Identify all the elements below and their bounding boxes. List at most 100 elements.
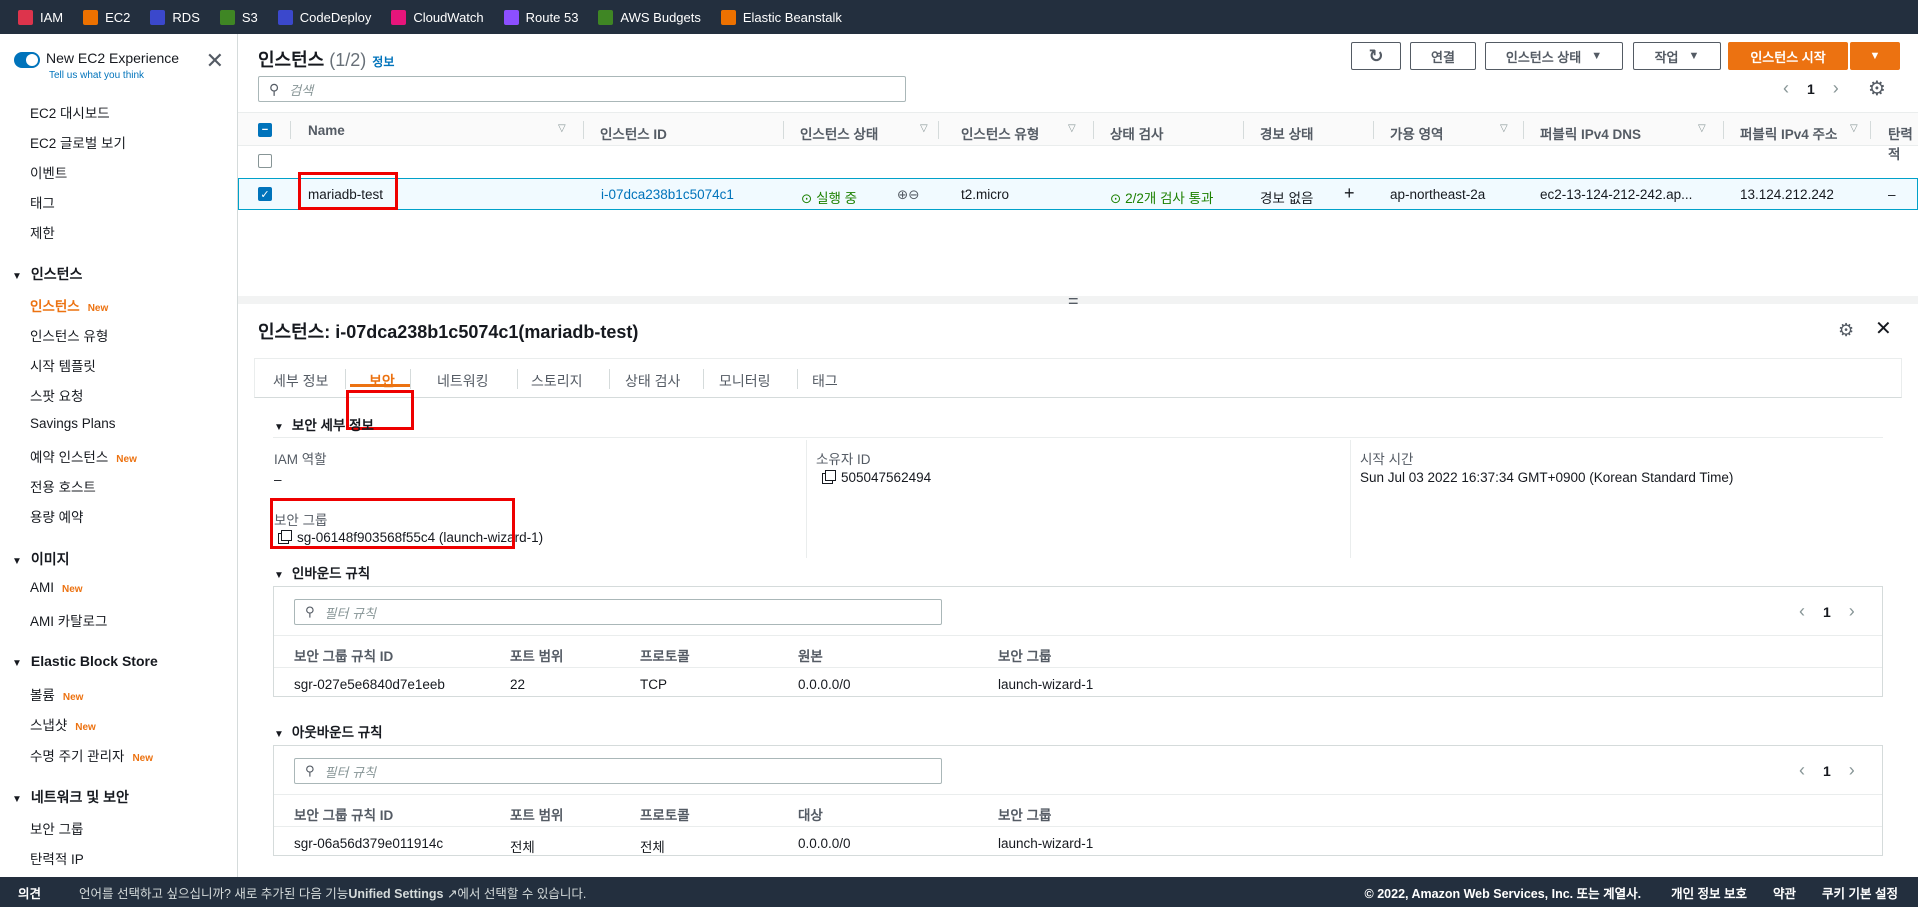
col-type[interactable]: 인스턴스 유형 <box>961 123 1039 143</box>
tab-security[interactable]: 보안 <box>369 371 395 391</box>
tab-networking[interactable]: 네트워킹 <box>437 371 489 391</box>
feedback-link[interactable]: 의견 <box>18 883 41 902</box>
col-public-ip[interactable]: 퍼블릭 IPv4 주소 <box>1740 123 1837 143</box>
outbound-filter-input[interactable]: ⚲ 필터 규칙 <box>294 758 942 784</box>
terms-link[interactable]: 약관 <box>1773 883 1796 902</box>
fav-beanstalk[interactable]: Elastic Beanstalk <box>720 9 842 25</box>
fav-budgets[interactable]: AWS Budgets <box>598 9 701 25</box>
close-icon[interactable]: ✕ <box>206 48 224 74</box>
col-alarm[interactable]: 경보 상태 <box>1260 123 1313 143</box>
page-number[interactable]: 1 <box>1823 763 1831 779</box>
tab-monitoring[interactable]: 모니터링 <box>719 371 771 391</box>
sidebar-item-savings-plans[interactable]: Savings Plans <box>30 416 116 431</box>
sidebar-item-tags[interactable]: 태그 <box>30 192 55 212</box>
next-page-icon[interactable]: › <box>1849 760 1855 781</box>
col-public-dns[interactable]: 퍼블릭 IPv4 DNS <box>1540 123 1641 143</box>
sidebar-item-volumes[interactable]: 볼륨 New <box>30 684 83 704</box>
settings-icon[interactable]: ⚙ <box>1868 76 1886 101</box>
sidebar-item-instance-types[interactable]: 인스턴스 유형 <box>30 325 108 345</box>
col-status-check[interactable]: 상태 검사 <box>1110 123 1163 143</box>
sidebar-section-instances[interactable]: 인스턴스 <box>12 264 83 284</box>
fav-codedeploy[interactable]: CodeDeploy <box>277 9 371 25</box>
table-row[interactable]: ✓ mariadb-test i-07dca238b1c5074c1 ⊙ 실행 … <box>238 178 1918 210</box>
fav-route53[interactable]: Route 53 <box>503 9 578 25</box>
feedback-link[interactable]: Tell us what you think <box>49 70 144 81</box>
instance-search-input[interactable]: ⚲ 검색 <box>258 76 906 102</box>
fav-ec2[interactable]: EC2 <box>83 9 130 25</box>
sidebar-item-lifecycle-manager[interactable]: 수명 주기 관리자 New <box>30 745 153 765</box>
launch-instance-button[interactable]: 인스턴스 시작 <box>1728 42 1848 70</box>
close-icon[interactable]: ✕ <box>1875 316 1892 341</box>
instance-state-button[interactable]: 인스턴스 상태 ▼ <box>1485 42 1623 70</box>
settings-icon[interactable]: ⚙ <box>1838 320 1854 341</box>
row-checkbox[interactable]: ✓ <box>258 187 272 201</box>
col-instance-id[interactable]: 인스턴스 ID <box>600 123 667 143</box>
privacy-link[interactable]: 개인 정보 보호 <box>1671 883 1747 902</box>
sidebar-item-instances[interactable]: 인스턴스 New <box>30 295 108 315</box>
inbound-filter-input[interactable]: ⚲ 필터 규칙 <box>294 599 942 625</box>
sidebar-section-images[interactable]: 이미지 <box>12 549 70 569</box>
tab-details[interactable]: 세부 정보 <box>273 371 328 391</box>
zoom-icon[interactable]: ⊕⊖ <box>897 187 920 203</box>
tab-storage[interactable]: 스토리지 <box>531 371 583 391</box>
connect-button[interactable]: 연결 <box>1410 42 1476 70</box>
fav-s3[interactable]: S3 <box>219 9 258 25</box>
prev-page-icon[interactable]: ‹ <box>1783 78 1789 99</box>
pagination: ‹ 1 › <box>1799 760 1855 781</box>
beanstalk-icon <box>720 9 736 25</box>
sort-icon[interactable]: ▽ <box>1698 123 1706 134</box>
experience-toggle[interactable] <box>14 52 40 68</box>
row-checkbox[interactable] <box>258 154 272 168</box>
col-state[interactable]: 인스턴스 상태 <box>800 123 878 143</box>
page-number[interactable]: 1 <box>1823 604 1831 620</box>
prev-page-icon[interactable]: ‹ <box>1799 760 1805 781</box>
select-all-checkbox[interactable]: − <box>258 123 272 137</box>
sidebar-item-security-groups[interactable]: 보안 그룹 <box>30 818 83 838</box>
page-number[interactable]: 1 <box>1807 81 1815 97</box>
next-page-icon[interactable]: › <box>1833 78 1839 99</box>
sidebar-item-ami[interactable]: AMI New <box>30 580 83 595</box>
security-details-heading[interactable]: 보안 세부 정보 <box>274 414 374 434</box>
sidebar-item-spot-requests[interactable]: 스팟 요청 <box>30 385 83 405</box>
sidebar-item-reserved-instances[interactable]: 예약 인스턴스 New <box>30 446 137 466</box>
instance-id-link[interactable]: i-07dca238b1c5074c1 <box>601 187 734 202</box>
sidebar-section-network-security[interactable]: 네트워크 및 보안 <box>12 787 129 807</box>
sidebar-item-snapshots[interactable]: 스냅샷 New <box>30 714 96 734</box>
caret-down-icon: ▼ <box>1591 50 1603 62</box>
prev-page-icon[interactable]: ‹ <box>1799 601 1805 622</box>
tab-status-checks[interactable]: 상태 검사 <box>625 371 680 391</box>
fav-iam[interactable]: IAM <box>18 9 63 25</box>
next-page-icon[interactable]: › <box>1849 601 1855 622</box>
sort-icon[interactable]: ▽ <box>920 123 928 134</box>
sidebar-item-limits[interactable]: 제한 <box>30 222 55 242</box>
sidebar-item-dashboard[interactable]: EC2 대시보드 <box>30 102 110 122</box>
copy-icon[interactable] <box>822 469 836 484</box>
fav-cloudwatch[interactable]: CloudWatch <box>391 9 484 25</box>
sidebar-item-dedicated-hosts[interactable]: 전용 호스트 <box>30 476 96 496</box>
col-az[interactable]: 가용 영역 <box>1390 123 1443 143</box>
actions-button[interactable]: 작업 ▼ <box>1633 42 1721 70</box>
inbound-rules-heading[interactable]: 인바운드 규칙 <box>274 562 370 582</box>
cookie-preferences-link[interactable]: 쿠키 기본 설정 <box>1822 883 1898 902</box>
sidebar-section-ebs[interactable]: Elastic Block Store <box>12 653 158 669</box>
sidebar-item-events[interactable]: 이벤트 <box>30 162 67 182</box>
info-link[interactable]: 정보 <box>372 55 394 69</box>
outbound-rules-heading[interactable]: 아웃바운드 규칙 <box>274 721 383 741</box>
add-alarm-icon[interactable]: + <box>1344 183 1355 204</box>
sidebar-item-launch-templates[interactable]: 시작 템플릿 <box>30 355 96 375</box>
sidebar-item-ami-catalog[interactable]: AMI 카탈로그 <box>30 610 107 630</box>
sort-icon[interactable]: ▽ <box>1500 123 1508 134</box>
col-elastic-ip[interactable]: 탄력적 <box>1888 123 1918 163</box>
launch-dropdown-button[interactable]: ▼ <box>1850 42 1900 70</box>
sort-icon[interactable]: ▽ <box>1068 123 1076 134</box>
sort-icon[interactable]: ▽ <box>558 123 566 134</box>
col-name[interactable]: Name <box>308 123 345 138</box>
fav-rds[interactable]: RDS <box>150 9 200 25</box>
sidebar-item-capacity-reservations[interactable]: 용량 예약 <box>30 506 83 526</box>
sidebar-item-global-view[interactable]: EC2 글로벌 보기 <box>30 132 126 152</box>
unified-settings-link[interactable]: Unified Settings <box>348 887 443 901</box>
refresh-button[interactable]: ↻ <box>1351 42 1401 70</box>
tab-tags[interactable]: 태그 <box>812 371 838 391</box>
sort-icon[interactable]: ▽ <box>1850 123 1858 134</box>
sidebar-item-elastic-ips[interactable]: 탄력적 IP <box>30 848 84 868</box>
